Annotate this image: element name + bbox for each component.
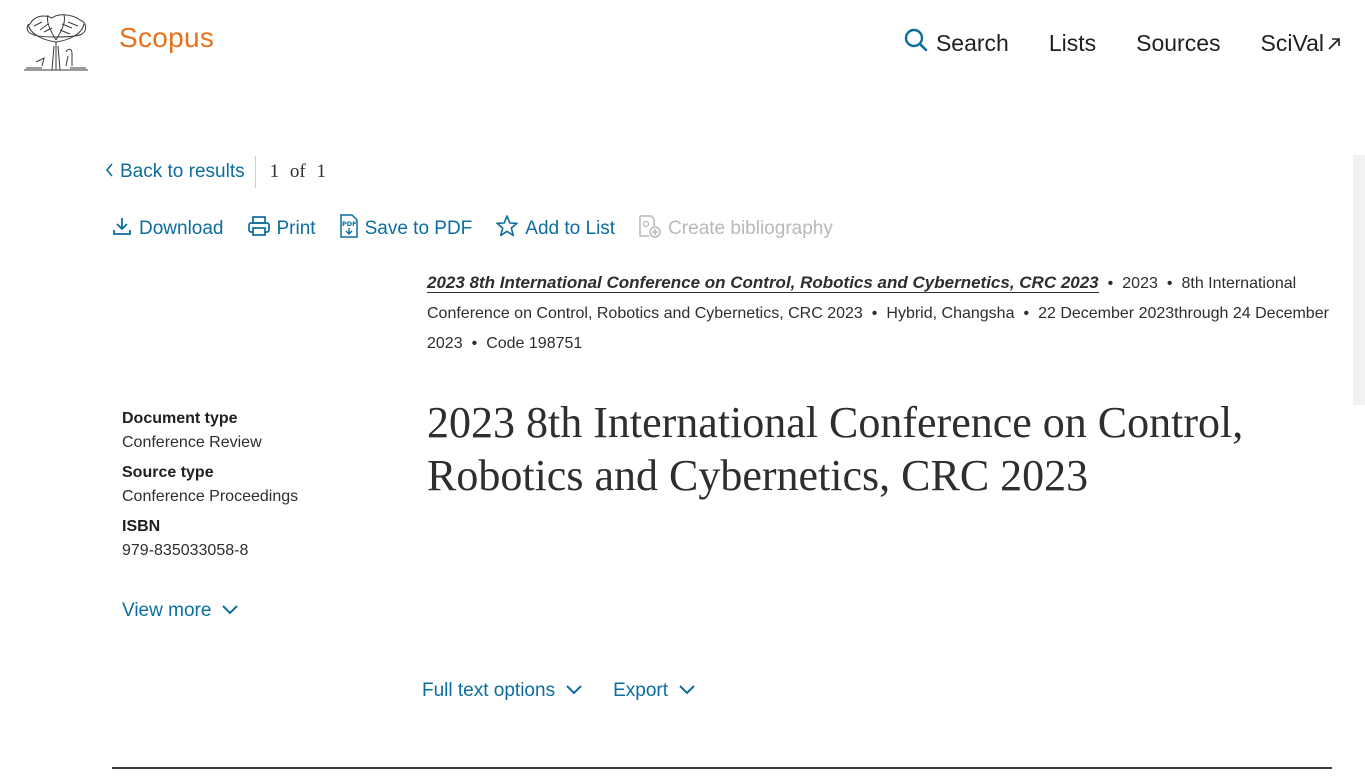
search-icon — [904, 28, 928, 58]
separator-dot: • — [471, 335, 478, 352]
source-type-value: Conference Proceedings — [122, 488, 299, 505]
full-text-options-label: Full text options — [422, 680, 556, 701]
export-label: Export — [613, 680, 668, 701]
source-title-link[interactable]: 2023 8th International Conference on Con… — [427, 273, 1099, 293]
result-counter: 1 of 1 — [270, 161, 326, 183]
top-nav: Search Lists Sources SciVal — [904, 28, 1341, 58]
document-options: Full text options Export — [422, 680, 696, 702]
print-button[interactable]: Print — [247, 215, 316, 243]
result-position: 1 — [269, 161, 280, 182]
scopus-brand[interactable]: Scopus — [119, 22, 214, 54]
download-label: Download — [139, 218, 224, 239]
nav-search-label: Search — [935, 29, 1009, 56]
conference-location: Hybrid, Changsha — [886, 305, 1015, 322]
full-text-options-button[interactable]: Full text options — [422, 680, 583, 702]
bibliography-icon — [638, 214, 662, 244]
separator-dot: • — [1023, 305, 1030, 322]
star-icon — [495, 214, 519, 244]
save-to-pdf-label: Save to PDF — [364, 218, 473, 239]
result-of: of — [289, 161, 306, 182]
source-type-label: Source type — [122, 464, 214, 481]
source-year: 2023 — [1122, 275, 1158, 292]
result-navigation: Back to results 1 of 1 — [104, 156, 326, 188]
document-metadata: Document type Conference Review Source t… — [122, 410, 392, 560]
pdf-icon: PDF — [339, 214, 359, 244]
section-divider — [112, 767, 1332, 769]
separator-dot: • — [1166, 275, 1173, 292]
download-button[interactable]: Download — [111, 215, 224, 243]
separator-dot: • — [1107, 275, 1114, 292]
nav-scival[interactable]: SciVal — [1261, 30, 1342, 57]
scrollbar[interactable] — [1353, 155, 1365, 405]
nav-search[interactable]: Search — [904, 28, 1009, 58]
add-to-list-button[interactable]: Add to List — [495, 214, 615, 244]
divider — [254, 156, 256, 188]
source-info: 2023 8th International Conference on Con… — [427, 268, 1337, 359]
back-to-results-link[interactable]: Back to results — [104, 161, 245, 183]
nav-sources-label: Sources — [1136, 29, 1221, 56]
back-to-results-label: Back to results — [120, 161, 245, 182]
isbn-label: ISBN — [122, 518, 161, 535]
chevron-down-icon — [678, 680, 696, 702]
document-title: 2023 8th International Conference on Con… — [427, 398, 1244, 500]
download-icon — [111, 215, 133, 243]
document-type-value: Conference Review — [122, 434, 262, 451]
document-toolbar: Download Print PDF Save to PDF Add to Li… — [111, 214, 833, 244]
svg-text:PDF: PDF — [342, 220, 357, 228]
chevron-left-icon — [104, 161, 114, 183]
create-bibliography-button[interactable]: Create bibliography — [638, 214, 833, 244]
separator-dot: • — [871, 305, 878, 322]
external-link-icon — [1327, 30, 1341, 57]
document-type-label: Document type — [122, 410, 238, 427]
conference-code: Code 198751 — [486, 335, 583, 352]
nav-lists-label: Lists — [1048, 29, 1097, 56]
chevron-down-icon — [221, 600, 239, 622]
elsevier-logo[interactable] — [22, 12, 90, 72]
view-more-button[interactable]: View more — [122, 600, 239, 622]
isbn-value: 979-835033058-8 — [122, 542, 249, 559]
create-bibliography-label: Create bibliography — [668, 218, 833, 239]
result-total: 1 — [316, 161, 326, 182]
add-to-list-label: Add to List — [525, 218, 616, 239]
nav-scival-label: SciVal — [1260, 29, 1325, 56]
export-button[interactable]: Export — [613, 680, 696, 702]
print-label: Print — [276, 218, 316, 239]
print-icon — [247, 215, 271, 243]
view-more-label: View more — [122, 600, 212, 621]
nav-lists[interactable]: Lists — [1049, 30, 1096, 57]
save-to-pdf-button[interactable]: PDF Save to PDF — [339, 214, 473, 244]
chevron-down-icon — [565, 680, 583, 702]
nav-sources[interactable]: Sources — [1136, 30, 1220, 57]
